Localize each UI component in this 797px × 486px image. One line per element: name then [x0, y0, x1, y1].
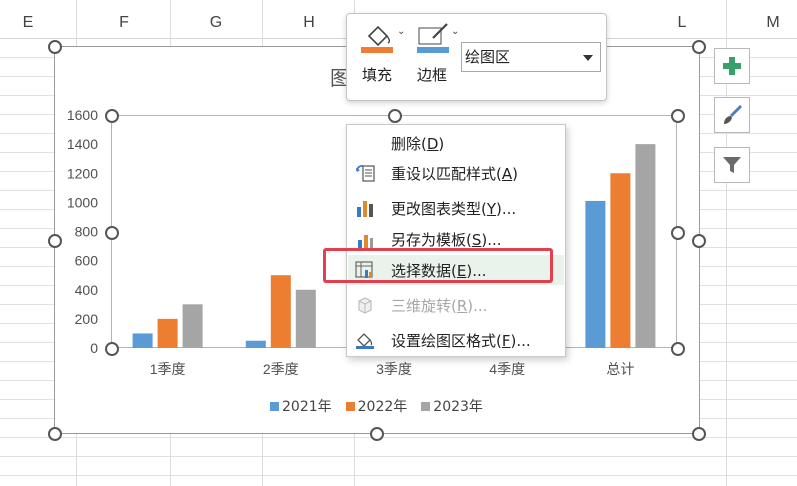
menu-label-suffix: ) [438, 134, 445, 153]
chart-area-handle[interactable] [48, 234, 62, 248]
bar-2022年-总计[interactable] [610, 173, 631, 348]
legend-swatch-2021 [270, 401, 279, 411]
plot-area-handle[interactable] [105, 109, 119, 123]
bar-2023年-2季度[interactable] [295, 289, 316, 348]
menu-access-key: F [501, 331, 511, 350]
legend-swatch-2023 [421, 401, 431, 411]
chart-element-selector-value: 绘图区 [465, 48, 511, 66]
y-axis-tick-label: 0 [90, 340, 98, 356]
bar-2022年-2季度[interactable] [270, 275, 291, 348]
bar-2021年-2季度[interactable] [245, 340, 266, 348]
menu-label-prefix: 三维旋转( [391, 296, 457, 315]
fill-color-bar [361, 47, 393, 53]
chart-area-handle[interactable] [48, 427, 62, 441]
plot-area-handle[interactable] [105, 226, 119, 240]
plot-area-handle[interactable] [671, 226, 685, 240]
menu-access-key: R [456, 296, 468, 315]
save-template-icon [358, 235, 373, 248]
reset-style-icon [356, 165, 375, 182]
x-axis-category-label: 总计 [606, 361, 634, 377]
dropdown-arrow-icon [583, 55, 593, 61]
outline-dropdown-arrow[interactable]: ⌄ [451, 26, 459, 37]
menu-label-prefix: 重设以匹配样式( [391, 164, 502, 183]
3d-rotation-icon [358, 297, 372, 314]
paint-bucket-icon [361, 25, 393, 53]
menu-label-prefix: 设置绘图区格式( [391, 331, 502, 350]
y-axis-tick-label: 1200 [67, 165, 98, 181]
menu-access-key: Y [486, 199, 497, 218]
plot-area-handle[interactable] [671, 342, 685, 356]
format-plot-area-icon [356, 333, 374, 349]
brush-icon [724, 104, 743, 124]
bar-2021年-1季度[interactable] [132, 333, 153, 348]
legend-label-2022: 2022年 [357, 399, 408, 415]
menu-access-key: S [471, 230, 482, 249]
outline-color-bar [417, 47, 449, 53]
fill-button[interactable] [361, 22, 395, 58]
menu-label-suffix: )... [467, 296, 488, 315]
menu-label-prefix: 删除( [391, 134, 427, 153]
menu-label-suffix: )... [496, 199, 517, 218]
chart-area-handle[interactable] [692, 427, 706, 441]
chart-area-handle[interactable] [370, 427, 384, 441]
y-axis-tick-label: 800 [75, 224, 99, 240]
legend-item-2023: 2023年 [421, 396, 483, 416]
plot-area-handle[interactable] [671, 109, 685, 123]
chart-legend[interactable]: 2021年 2022年 2023年 [270, 396, 483, 416]
menu-item-format-plot-area[interactable]: 设置绘图区格式(F)... [348, 325, 564, 355]
menu-label-suffix: )... [481, 230, 502, 249]
legend-item-2022: 2022年 [345, 396, 408, 416]
y-axis-tick-label: 400 [75, 282, 99, 298]
menu-access-key: D [426, 134, 439, 153]
legend-item-2021: 2021年 [270, 396, 332, 416]
x-axis-category-label: 2季度 [263, 361, 299, 377]
chart-area-handle[interactable] [692, 40, 706, 54]
chart-area-handle[interactable] [48, 40, 62, 54]
menu-item-reset-style[interactable]: 重设以匹配样式(A) [348, 158, 564, 188]
outline-button[interactable] [417, 22, 451, 58]
menu-item-change-chart-type[interactable]: 更改图表类型(Y)... [348, 193, 564, 223]
chart-area-handle[interactable] [692, 234, 706, 248]
menu-label-suffix: )... [510, 331, 531, 350]
menu-label-suffix: ) [512, 164, 518, 183]
bar-2023年-1季度[interactable] [182, 304, 203, 348]
chart-styles-button[interactable] [714, 97, 750, 133]
y-axis-tick-label: 1600 [67, 107, 98, 123]
context-menu: 删除(D) 重设以匹配样式(A) 更改图表类型(Y)... 另存为模板(S)..… [346, 124, 566, 357]
plus-icon [723, 57, 741, 75]
x-axis-category-label: 3季度 [376, 361, 412, 377]
menu-label-prefix: 另存为模板( [391, 230, 472, 249]
legend-swatch-2022 [345, 401, 355, 411]
legend-label-2021: 2021年 [282, 399, 332, 415]
y-axis-tick-label: 600 [75, 253, 99, 269]
change-chart-type-icon [357, 201, 373, 217]
y-axis-tick-label: 1000 [67, 194, 98, 210]
menu-item-3d-rotation[interactable]: 三维旋转(R)... [348, 290, 564, 320]
plot-area-handle[interactable] [105, 342, 119, 356]
x-axis-category-label: 1季度 [150, 361, 186, 377]
bar-2021年-总计[interactable] [585, 200, 606, 348]
chart-filters-button[interactable] [714, 147, 750, 183]
plot-area-handle[interactable] [388, 109, 402, 123]
y-axis-tick-label: 200 [75, 311, 99, 327]
fill-dropdown-arrow[interactable]: ⌄ [397, 26, 405, 37]
pen-outline-icon [417, 23, 449, 53]
highlight-annotation-box [323, 248, 553, 283]
mini-format-toolbar: ⌄ 填充 ⌄ 边框 绘图区 [346, 13, 607, 101]
outline-label[interactable]: 边框 [417, 64, 447, 85]
filter-icon [723, 157, 741, 173]
y-axis-tick-label: 1400 [67, 136, 98, 152]
menu-access-key: A [501, 164, 513, 183]
fill-label[interactable]: 填充 [362, 64, 392, 85]
bar-2023年-总计[interactable] [635, 144, 656, 348]
chart-element-selector[interactable]: 绘图区 [461, 42, 601, 72]
bar-2022年-1季度[interactable] [157, 318, 178, 348]
legend-label-2023: 2023年 [433, 399, 483, 415]
menu-item-delete[interactable]: 删除(D) [348, 128, 564, 158]
x-axis-category-label: 4季度 [489, 361, 525, 377]
chart-elements-button[interactable] [714, 48, 750, 84]
menu-label-prefix: 更改图表类型( [391, 199, 487, 218]
